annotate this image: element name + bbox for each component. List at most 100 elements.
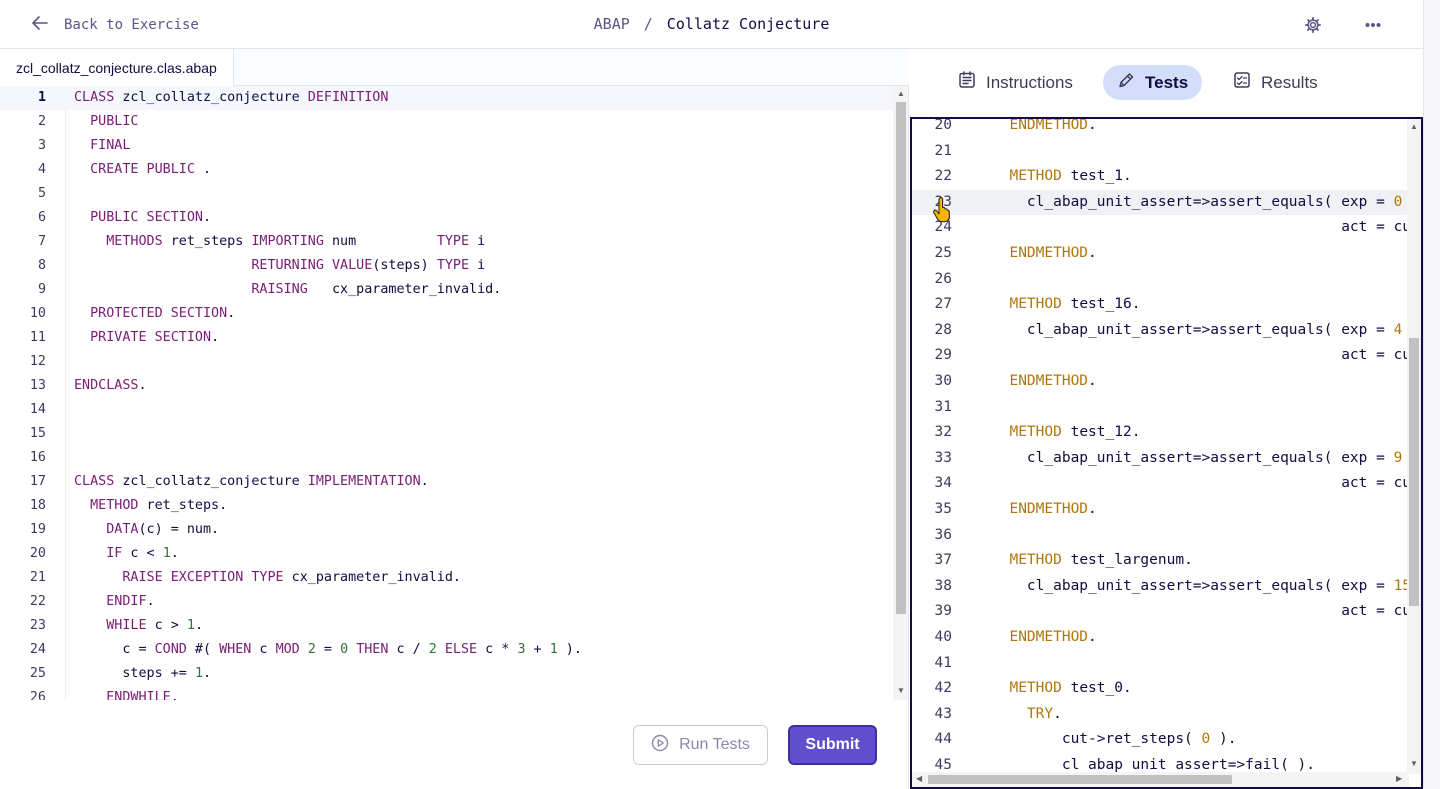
tests-line[interactable]: 35 ENDMETHOD. [912,497,1409,523]
scroll-down-arrow-icon[interactable]: ▼ [897,686,905,695]
tests-line[interactable]: 21 [912,139,1409,165]
tests-line[interactable]: 40 ENDMETHOD. [912,625,1409,651]
tests-line[interactable]: 33 cl_abap_unit_assert=>assert_equals( e… [912,446,1409,472]
editor-line-text: ENDCLASS. [74,378,147,393]
tests-line[interactable]: 36 [912,523,1409,549]
tests-scroll-right-arrow-icon[interactable]: ▶ [1396,774,1402,783]
tests-line-number: 43 [934,705,952,722]
tests-line[interactable]: 37 METHOD test_largenum. [912,548,1409,574]
tests-line[interactable]: 39 act = cu [912,599,1412,625]
editor-line-number: 14 [29,402,46,417]
editor-line[interactable]: 7 METHODS ret_steps IMPORTING num TYPE i [0,230,893,254]
editor-line-text: FINAL [90,138,131,153]
submit-button[interactable]: Submit [788,725,877,765]
tests-line[interactable]: 44 cut->ret_steps( 0 ). [912,727,1409,753]
tests-line[interactable]: 22 METHOD test_1. [912,164,1409,190]
editor-vertical-scrollbar[interactable]: ▲ ▼ [893,86,908,700]
editor-line[interactable]: 19 DATA(c) = num. [0,518,893,542]
tab-tests[interactable]: Tests [1103,65,1203,100]
tests-line[interactable]: 29 act = cu [912,343,1412,369]
editor-line[interactable]: 17 CLASS zcl_collatz_conjecture IMPLEMENT… [0,470,893,494]
tests-line[interactable]: 42 METHOD test_0. [912,676,1409,702]
tests-line[interactable]: 27 METHOD test_16. [912,292,1409,318]
editor-line-number: 25 [29,666,46,681]
editor-line[interactable]: 1 CLASS zcl_collatz_conjecture DEFINITION [0,86,893,110]
tests-horizontal-scrollbar[interactable]: ◀ ▶ [912,772,1409,787]
scroll-up-arrow-icon[interactable]: ▲ [897,89,905,98]
editor-line[interactable]: 2 PUBLIC [0,110,893,134]
tests-line-number: 33 [934,449,952,466]
editor-line[interactable]: 21 RAISE EXCEPTION TYPE cx_parameter_inv… [0,566,893,590]
editor-line[interactable]: 14 [0,398,893,422]
tests-line[interactable]: 43 TRY. [912,702,1409,728]
tests-line-number: 31 [934,398,952,415]
tab-instructions[interactable]: Instructions [944,65,1087,100]
editor-line[interactable]: 5 [0,182,893,206]
editor-line[interactable]: 23 WHILE c > 1. [0,614,893,638]
tests-line-text: ENDMETHOD. [1009,117,1097,133]
editor-line[interactable]: 20 IF c < 1. [0,542,893,566]
editor-line[interactable]: 3 FINAL [0,134,893,158]
editor-line-text: WHILE c > 1. [106,618,203,633]
tests-line[interactable]: 28 cl_abap_unit_assert=>assert_equals( e… [912,318,1409,344]
editor-line[interactable]: 8 RETURNING VALUE(steps) TYPE i [0,254,893,278]
file-tab[interactable]: zcl_collatz_conjecture.clas.abap [0,49,234,86]
code-editor[interactable]: 1 CLASS zcl_collatz_conjecture DEFINITION… [0,86,909,700]
tests-line-number: 20 [934,117,952,133]
editor-line[interactable]: 12 [0,350,893,374]
more-options-icon[interactable] [1360,12,1386,38]
page-scrollbar[interactable] [1423,0,1440,789]
editor-line[interactable]: 24 c = COND #( WHEN c MOD 2 = 0 THEN c /… [0,638,893,662]
tests-scroll-down-arrow-icon[interactable]: ▼ [1410,759,1418,768]
editor-line[interactable]: 10 PROTECTED SECTION. [0,302,893,326]
editor-line-text: PRIVATE SECTION. [90,330,220,345]
tests-line[interactable]: 31 [912,395,1409,421]
right-panel-tabs: Instructions Tests Results [910,49,1423,117]
editor-line[interactable]: 16 [0,446,893,470]
top-header: Back to Exercise ABAP / Collatz Conjecture [0,0,1423,49]
tests-line[interactable]: 32 METHOD test_12. [912,420,1409,446]
results-icon [1233,71,1251,94]
tests-line[interactable]: 20 ENDMETHOD. [912,117,1409,139]
editor-line[interactable]: 26 ENDWHILE. [0,686,893,700]
tests-line[interactable]: 23 cl_abap_unit_assert=>assert_equals( e… [912,189,1409,216]
tests-scroll-up-arrow-icon[interactable]: ▲ [1410,122,1418,131]
tests-hscroll-thumb[interactable] [928,775,1232,784]
tests-line-text: cl_abap_unit_assert=>assert_equals( exp … [992,449,1403,466]
editor-line-text: RAISE EXCEPTION TYPE cx_parameter_invali… [122,570,461,585]
editor-line[interactable]: 4 CREATE PUBLIC . [0,158,893,182]
editor-line-number: 5 [37,186,46,201]
editor-line[interactable]: 22 ENDIF. [0,590,893,614]
editor-line[interactable]: 11 PRIVATE SECTION. [0,326,893,350]
editor-line[interactable]: 18 METHOD ret_steps. [0,494,893,518]
editor-line[interactable]: 6 PUBLIC SECTION. [0,206,893,230]
tests-code-viewer[interactable]: 20 ENDMETHOD. 21 22 METHOD test_1. 23 cl_ab… [910,117,1423,789]
tests-line[interactable]: 26 [912,267,1409,293]
editor-line[interactable]: 15 [0,422,893,446]
tests-scroll-thumb[interactable] [1409,338,1419,606]
editor-actions-bar: Run Tests Submit [0,700,909,789]
editor-line-text: CLASS zcl_collatz_conjecture DEFINITION [74,90,389,105]
settings-gear-icon[interactable] [1300,12,1326,38]
tests-line[interactable]: 30 ENDMETHOD. [912,369,1409,395]
tests-line[interactable]: 34 act = cu [912,471,1412,497]
editor-line-number: 19 [29,522,46,537]
tests-line[interactable]: 24 act = cu [912,215,1412,241]
tests-line-number: 25 [934,245,952,261]
tests-vertical-scrollbar[interactable]: ▲ ▼ [1407,119,1421,774]
editor-line[interactable]: 9 RAISING cx_parameter_invalid. [0,278,893,302]
editor-line-number: 6 [37,210,46,225]
editor-line-text: RAISING cx_parameter_invalid. [251,282,502,297]
tests-line[interactable]: 25 ENDMETHOD. [912,241,1409,267]
breadcrumb-language[interactable]: ABAP [594,15,630,33]
editor-line[interactable]: 25 steps += 1. [0,662,893,686]
tests-scroll-left-arrow-icon[interactable]: ◀ [916,774,922,783]
tests-line[interactable]: 41 [912,651,1409,677]
tests-line-text: cl_abap_unit_assert=>assert_equals( exp … [992,321,1403,338]
tab-results[interactable]: Results [1219,65,1332,100]
run-tests-label: Run Tests [679,736,750,753]
tests-line[interactable]: 38 cl_abap_unit_assert=>assert_equals( e… [912,574,1412,600]
editor-scroll-thumb[interactable] [896,102,906,614]
run-tests-button[interactable]: Run Tests [633,725,768,765]
editor-line[interactable]: 13 ENDCLASS. [0,374,893,398]
